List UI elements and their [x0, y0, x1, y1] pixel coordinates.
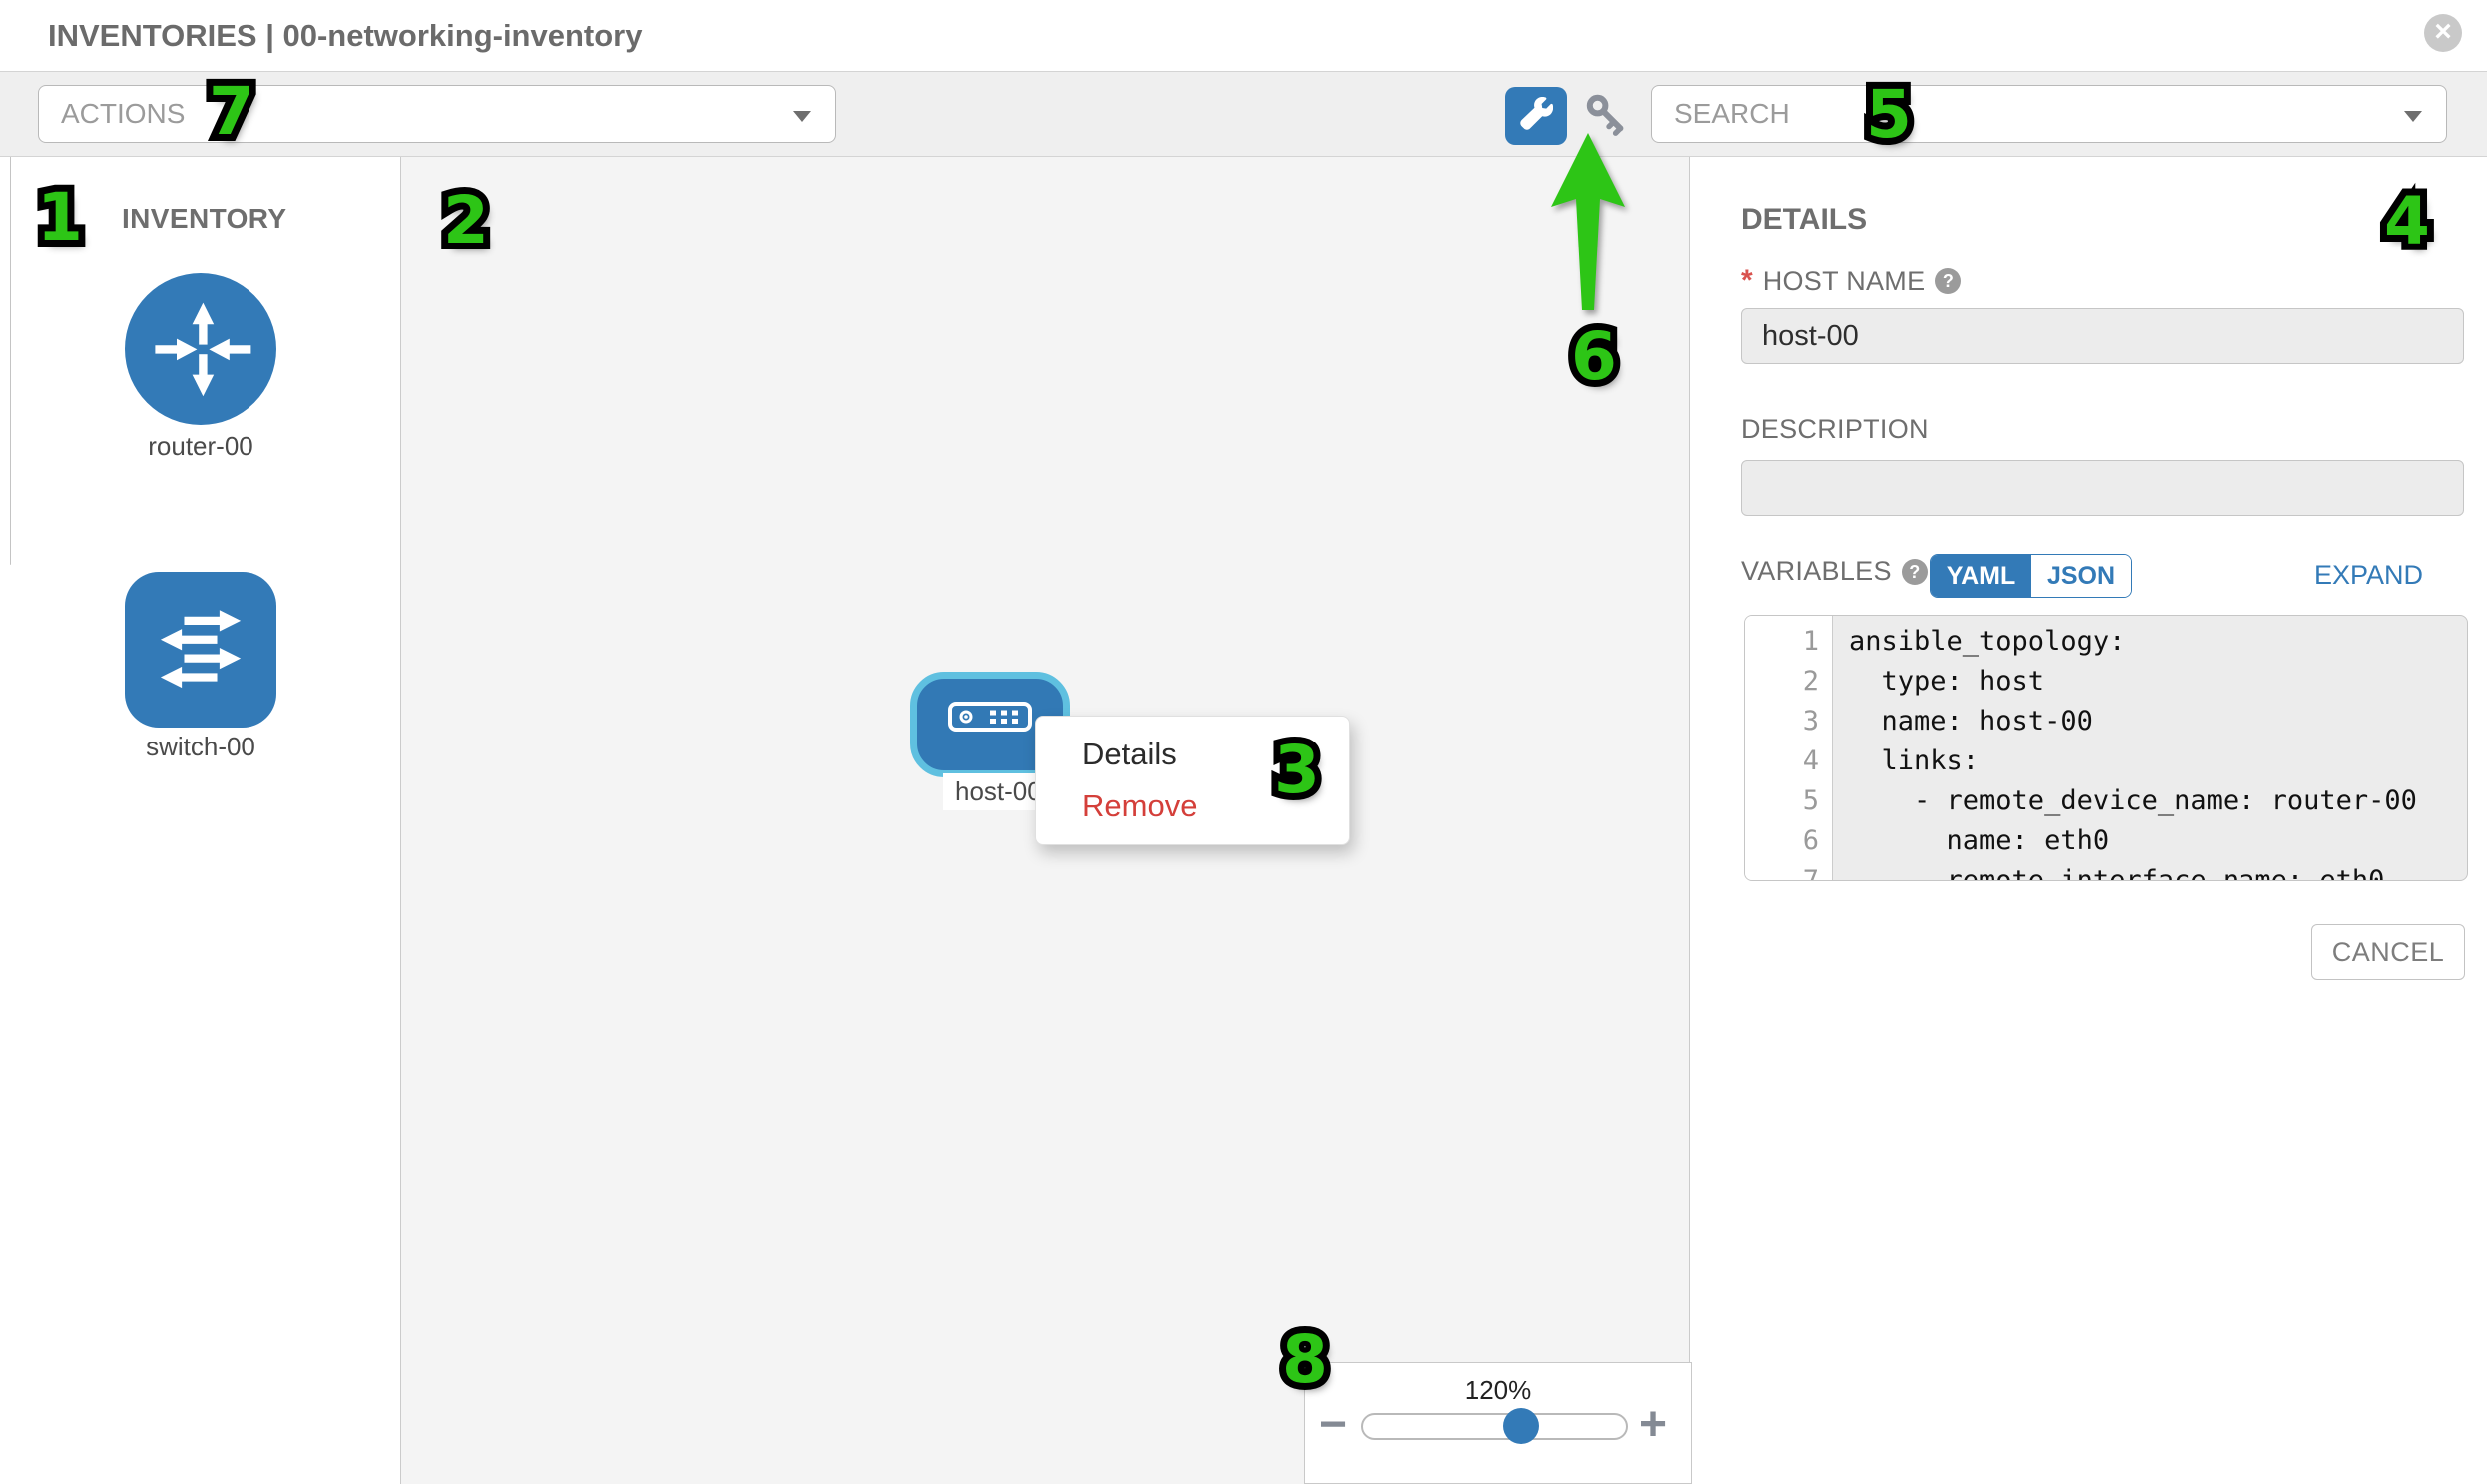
zoom-slider-thumb[interactable]: [1503, 1408, 1539, 1444]
switch-icon: [142, 589, 259, 712]
variables-format-toggle: YAML JSON: [1930, 554, 2132, 598]
line-number: 5: [1745, 781, 1833, 821]
annotation-2: 2 2: [443, 188, 489, 253]
search-dropdown-label: SEARCH: [1674, 98, 1790, 130]
annotation-2-number: 2: [443, 182, 489, 258]
actions-dropdown[interactable]: ACTIONS: [38, 85, 836, 143]
required-asterisk: *: [1741, 264, 1753, 298]
line-number: 7: [1745, 861, 1833, 881]
zoom-slider-track[interactable]: [1361, 1413, 1628, 1440]
sidebar-edge-line: [10, 157, 11, 565]
line-text: name: host-00: [1833, 702, 2467, 742]
inventory-topology-app: INVENTORIES | 00-networking-inventory × …: [0, 0, 2487, 1484]
details-heading: DETAILS: [1741, 203, 1867, 237]
annotation-8-number: 8: [1282, 1321, 1328, 1398]
annotation-arrow-up-icon: [1549, 131, 1627, 317]
palette-item-switch[interactable]: [125, 572, 276, 728]
description-label: DESCRIPTION: [1741, 414, 1929, 445]
annotation-4: 4 4: [2384, 189, 2430, 254]
palette-item-switch-label: switch-00: [51, 732, 350, 762]
sidebar-heading: INVENTORY: [122, 203, 286, 235]
line-text: - remote_device_name: router-00: [1833, 781, 2467, 821]
zoom-level-readout: 120%: [1305, 1375, 1691, 1406]
topology-canvas[interactable]: host-00 Details Remove 120% − +: [401, 157, 1690, 1484]
line-number: 2: [1745, 662, 1833, 702]
annotation-6: 6 6: [1571, 324, 1617, 390]
code-line: 2 type: host: [1745, 662, 2467, 702]
tab-yaml[interactable]: YAML: [1931, 555, 2031, 597]
host-icon: [948, 708, 1032, 742]
code-line: 6 name: eth0: [1745, 821, 2467, 861]
zoom-in-button[interactable]: +: [1639, 1401, 1667, 1449]
annotation-3-number: 3: [1274, 732, 1320, 808]
help-glyph: ?: [1909, 562, 1920, 582]
wrench-icon: [1519, 97, 1553, 136]
search-dropdown[interactable]: SEARCH: [1651, 85, 2447, 143]
inventory-sidebar: INVENTORY router-00: [0, 157, 401, 1484]
description-input[interactable]: [1741, 460, 2464, 516]
tab-json[interactable]: JSON: [2031, 555, 2131, 597]
annotation-6-number: 6: [1571, 318, 1617, 395]
help-icon[interactable]: ?: [1935, 268, 1961, 294]
close-icon[interactable]: ×: [2424, 14, 2462, 52]
variables-row: VARIABLES ? YAML JSON EXPAND: [1741, 556, 2464, 602]
line-text: type: host: [1833, 662, 2467, 702]
line-number: 1: [1745, 622, 1833, 662]
description-label-row: DESCRIPTION: [1741, 414, 1929, 445]
details-panel: DETAILS * HOST NAME ? DESCRIPTION VARIAB…: [1690, 157, 2487, 1484]
chevron-down-icon: [2404, 111, 2422, 122]
palette-item-router[interactable]: [125, 273, 276, 425]
chevron-down-icon: [793, 111, 811, 122]
palette-item-router-label: router-00: [51, 431, 350, 462]
variables-code-editor[interactable]: 1 ansible_topology: 2 type: host 3 name:…: [1744, 615, 2468, 881]
line-text: name: eth0: [1833, 821, 2467, 861]
code-line: 5 - remote_device_name: router-00: [1745, 781, 2467, 821]
code-line: 4 links:: [1745, 742, 2467, 781]
line-number: 4: [1745, 742, 1833, 781]
annotation-1-number: 1: [37, 179, 83, 255]
expand-link[interactable]: EXPAND: [2314, 560, 2423, 591]
host-name-input[interactable]: [1741, 308, 2464, 364]
line-text: remote_interface_name: eth0: [1833, 861, 2467, 881]
code-line: 7 remote_interface_name: eth0: [1745, 861, 2467, 881]
annotation-5: 5 5: [1866, 82, 1912, 148]
annotation-7: 7 7: [209, 79, 254, 145]
toolbar: ACTIONS SEARCH: [0, 72, 2487, 157]
code-line: 1 ansible_topology:: [1745, 622, 2467, 662]
annotation-5-number: 5: [1866, 76, 1912, 153]
code-rows: 1 ansible_topology: 2 type: host 3 name:…: [1745, 616, 2467, 881]
zoom-out-button[interactable]: −: [1319, 1401, 1347, 1449]
variables-label: VARIABLES: [1741, 556, 1892, 587]
annotation-1: 1 1: [37, 185, 83, 250]
host-name-label-row: * HOST NAME ?: [1741, 264, 1961, 298]
cancel-button[interactable]: CANCEL: [2311, 924, 2465, 980]
help-glyph: ?: [1943, 271, 1954, 291]
annotation-3: 3 3: [1274, 738, 1320, 803]
line-number: 3: [1745, 702, 1833, 742]
help-icon[interactable]: ?: [1902, 559, 1928, 585]
code-line: 3 name: host-00: [1745, 702, 2467, 742]
zoom-control-panel: 120% − +: [1304, 1362, 1692, 1484]
router-icon: [141, 287, 260, 412]
line-text: links:: [1833, 742, 2467, 781]
header-bar: INVENTORIES | 00-networking-inventory ×: [0, 0, 2487, 72]
annotation-8: 8 8: [1282, 1327, 1328, 1393]
page-title: INVENTORIES | 00-networking-inventory: [48, 18, 642, 54]
line-number: 6: [1745, 821, 1833, 861]
actions-dropdown-label: ACTIONS: [61, 98, 185, 130]
close-glyph: ×: [2434, 15, 2452, 48]
host-name-label: HOST NAME: [1763, 266, 1926, 297]
annotation-7-number: 7: [209, 73, 254, 150]
line-text: ansible_topology:: [1833, 622, 2467, 662]
annotation-4-number: 4: [2384, 183, 2430, 259]
